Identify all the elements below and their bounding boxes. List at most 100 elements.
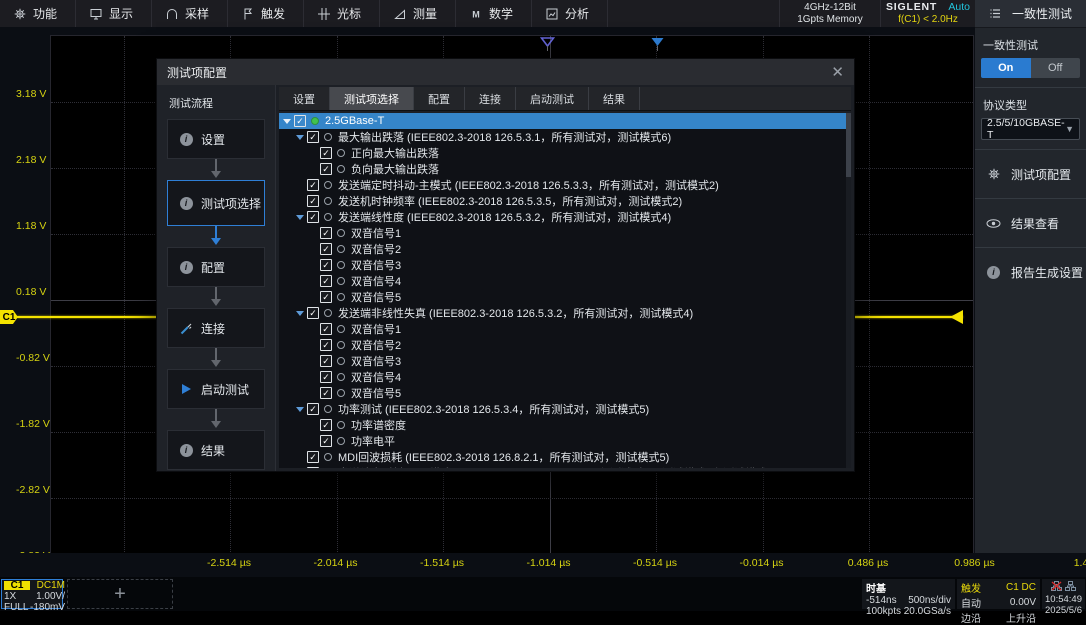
expander-icon[interactable] xyxy=(296,311,304,316)
expander-slot[interactable] xyxy=(282,119,291,124)
tree-row[interactable]: ✓功率电平 xyxy=(279,433,851,449)
acquisition-status[interactable]: Auto xyxy=(948,1,970,13)
timebase-delay: -514ns xyxy=(866,595,901,606)
tree-row[interactable]: ✓双音信号3 xyxy=(279,353,851,369)
tree-row[interactable]: ✓MDI回波损耗 (IEEE802.3-2018 126.8.2.1，所有测试对… xyxy=(279,449,851,465)
toggle-off-button[interactable]: Off xyxy=(1031,58,1081,78)
status-ring xyxy=(337,373,345,381)
menu-item-trigger[interactable]: 触发 xyxy=(228,0,304,27)
panel-item-report-settings[interactable]: i报告生成设置 xyxy=(975,257,1086,287)
tab-connect[interactable]: 连接 xyxy=(465,87,516,110)
expander-slot[interactable] xyxy=(295,407,304,412)
tab-test-item-select[interactable]: 测试项选择 xyxy=(330,87,414,110)
tree-row[interactable]: ✓双音信号4 xyxy=(279,273,851,289)
checkbox[interactable]: ✓ xyxy=(307,131,319,143)
checkbox[interactable]: ✓ xyxy=(320,227,332,239)
tree-row[interactable]: ✓双音信号2 xyxy=(279,337,851,353)
checkbox[interactable]: ✓ xyxy=(307,211,319,223)
checkbox[interactable]: ✓ xyxy=(320,291,332,303)
panel-item-result-view[interactable]: 结果查看 xyxy=(975,208,1086,238)
flow-step-test-item-select[interactable]: i测试项选择 xyxy=(167,180,265,226)
channel1-offset-badge[interactable]: C1 xyxy=(0,310,18,324)
expander-slot[interactable] xyxy=(295,311,304,316)
checkbox[interactable]: ✓ xyxy=(307,467,319,468)
tree-row[interactable]: ✓发送端线性度 (IEEE802.3-2018 126.5.3.2，所有测试对，… xyxy=(279,209,851,225)
checkbox[interactable]: ✓ xyxy=(320,163,332,175)
checkbox[interactable]: ✓ xyxy=(320,243,332,255)
checkbox[interactable]: ✓ xyxy=(320,259,332,271)
timebase-box[interactable]: 时基 -514ns 500ns/div 100kpts 20.0GSa/s xyxy=(862,579,955,609)
tab-setup[interactable]: 设置 xyxy=(279,87,330,110)
toggle-on-button[interactable]: On xyxy=(981,58,1031,78)
channel1-info-box[interactable]: C1 DC1M 1X 1.00V/ FULL -180mV xyxy=(1,579,63,609)
status-ring xyxy=(337,149,345,157)
tree-row[interactable]: ✓双音信号1 xyxy=(279,321,851,337)
expander-icon[interactable] xyxy=(296,215,304,220)
checkbox[interactable]: ✓ xyxy=(320,419,332,431)
checkbox[interactable]: ✓ xyxy=(320,339,332,351)
tree-row[interactable]: ✓发送端定时抖动-从模式 (IEEE802.3-2018 126.5.3.3，仅… xyxy=(279,465,851,468)
trigger-box[interactable]: 触发 C1 DC 自动 0.00V 边沿 上升沿 xyxy=(957,579,1040,609)
flow-step-result[interactable]: i结果 xyxy=(167,430,265,470)
tree-row[interactable]: ✓发送端定时抖动-主模式 (IEEE802.3-2018 126.5.3.3，所… xyxy=(279,177,851,193)
checkbox[interactable]: ✓ xyxy=(307,195,319,207)
scrollbar-thumb[interactable] xyxy=(846,113,851,177)
trigger-position-marker[interactable] xyxy=(650,37,665,56)
status-ring xyxy=(324,181,332,189)
delay-reference-marker[interactable] xyxy=(540,37,555,56)
menu-item-function[interactable]: 功能 xyxy=(0,0,76,27)
tree-row[interactable]: ✓2.5GBase-T xyxy=(279,113,851,129)
checkbox[interactable]: ✓ xyxy=(307,451,319,463)
tree-row[interactable]: ✓最大输出跌落 (IEEE802.3-2018 126.5.3.1，所有测试对，… xyxy=(279,129,851,145)
tab-start-test[interactable]: 启动测试 xyxy=(516,87,589,110)
menu-item-display[interactable]: 显示 xyxy=(76,0,152,27)
tree-row[interactable]: ✓双音信号4 xyxy=(279,369,851,385)
expander-icon[interactable] xyxy=(283,119,291,124)
checkbox[interactable]: ✓ xyxy=(294,115,306,127)
trigger-level-marker[interactable] xyxy=(950,310,963,324)
flow-step-config[interactable]: i配置 xyxy=(167,247,265,287)
datetime-box[interactable]: 10:54:49 2025/5/6 xyxy=(1042,579,1085,609)
flow-step-setup[interactable]: i设置 xyxy=(167,119,265,159)
menu-item-math[interactable]: M数学 xyxy=(456,0,532,27)
checkbox[interactable]: ✓ xyxy=(320,275,332,287)
close-icon[interactable]: ✕ xyxy=(831,65,844,80)
tree-row[interactable]: ✓负向最大输出跌落 xyxy=(279,161,851,177)
tab-config[interactable]: 配置 xyxy=(414,87,465,110)
menu-item-analysis[interactable]: 分析 xyxy=(532,0,608,27)
checkbox[interactable]: ✓ xyxy=(307,179,319,191)
checkbox[interactable]: ✓ xyxy=(320,387,332,399)
protocol-select[interactable]: 2.5/5/10GBASE-T ▼ xyxy=(981,118,1080,140)
checkbox[interactable]: ✓ xyxy=(320,147,332,159)
tree-scrollbar[interactable] xyxy=(846,113,851,468)
tree-row[interactable]: ✓双音信号3 xyxy=(279,257,851,273)
tree-row[interactable]: ✓发送端非线性失真 (IEEE802.3-2018 126.5.3.2，所有测试… xyxy=(279,305,851,321)
flow-step-start-test[interactable]: 启动测试 xyxy=(167,369,265,409)
tab-result[interactable]: 结果 xyxy=(589,87,640,110)
tree-row[interactable]: ✓正向最大输出跌落 xyxy=(279,145,851,161)
menu-item-acquire[interactable]: 采样 xyxy=(152,0,228,27)
empty-channel-slot[interactable]: + xyxy=(67,579,173,609)
expander-icon[interactable] xyxy=(296,135,304,140)
tree-row[interactable]: ✓双音信号2 xyxy=(279,241,851,257)
menu-item-measure[interactable]: 测量 xyxy=(380,0,456,27)
tree-row[interactable]: ✓双音信号5 xyxy=(279,385,851,401)
dialog-title-bar[interactable]: 测试项配置 ✕ xyxy=(157,59,854,85)
checkbox[interactable]: ✓ xyxy=(307,403,319,415)
tree-row[interactable]: ✓功率谱密度 xyxy=(279,417,851,433)
checkbox[interactable]: ✓ xyxy=(320,355,332,367)
expander-slot[interactable] xyxy=(295,215,304,220)
tree-row[interactable]: ✓功率测试 (IEEE802.3-2018 126.5.3.4，所有测试对，测试… xyxy=(279,401,851,417)
menu-item-cursors[interactable]: 光标 xyxy=(304,0,380,27)
flow-step-connect[interactable]: 连接 xyxy=(167,308,265,348)
expander-icon[interactable] xyxy=(296,407,304,412)
checkbox[interactable]: ✓ xyxy=(320,323,332,335)
panel-item-test-item-config[interactable]: 测试项配置 xyxy=(975,159,1086,189)
tree-row[interactable]: ✓发送机时钟频率 (IEEE802.3-2018 126.5.3.5，所有测试对… xyxy=(279,193,851,209)
checkbox[interactable]: ✓ xyxy=(320,435,332,447)
tree-row[interactable]: ✓双音信号5 xyxy=(279,289,851,305)
expander-slot[interactable] xyxy=(295,135,304,140)
checkbox[interactable]: ✓ xyxy=(307,307,319,319)
checkbox[interactable]: ✓ xyxy=(320,371,332,383)
tree-row[interactable]: ✓双音信号1 xyxy=(279,225,851,241)
